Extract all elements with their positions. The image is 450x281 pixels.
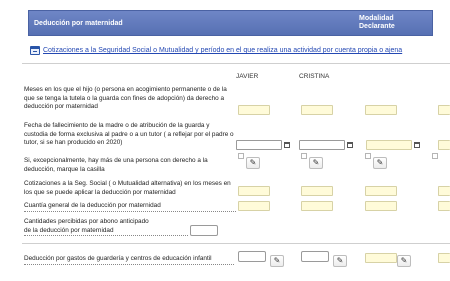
cuantia-cristina-input[interactable] bbox=[301, 201, 333, 211]
fallecimiento-javier-date[interactable] bbox=[236, 140, 282, 150]
cantidades-line2: de la deducción por maternidad bbox=[24, 227, 188, 237]
calendar-icon[interactable] bbox=[30, 46, 40, 55]
guarderia-label: Deducción por gastos de guardería y cent… bbox=[24, 255, 244, 265]
cotizaciones-label: Cotizaciones a la Seg. Social ( o Mutual… bbox=[24, 180, 231, 196]
cantidades-line1: Cantidades percibidas por abono anticipa… bbox=[24, 218, 149, 225]
fallecimiento-cristina-date[interactable] bbox=[299, 140, 345, 150]
divider bbox=[22, 243, 450, 244]
pencil-icon[interactable]: ✎ bbox=[270, 255, 284, 267]
guarderia-javier-input[interactable] bbox=[238, 251, 266, 262]
pencil-icon[interactable]: ✎ bbox=[246, 157, 260, 169]
guarderia-text: Deducción por gastos de guardería y cent… bbox=[24, 255, 234, 265]
excepcional-cristina-checkbox[interactable] bbox=[301, 153, 307, 159]
guarderia-col4-input[interactable] bbox=[438, 253, 450, 263]
meses-col4-input[interactable] bbox=[438, 105, 450, 115]
guarderia-cristina-input[interactable] bbox=[301, 251, 329, 262]
meses-label: Meses en los que el hijo (o persona en a… bbox=[24, 86, 227, 111]
cotizaciones-col4-input[interactable] bbox=[438, 186, 450, 196]
modalidad-header: Modalidad Declarante bbox=[359, 15, 395, 31]
guarderia-col3-input[interactable] bbox=[365, 253, 397, 263]
cantidades-input[interactable] bbox=[190, 225, 218, 236]
pencil-icon[interactable]: ✎ bbox=[333, 255, 347, 267]
cuantia-col4-input[interactable] bbox=[438, 201, 450, 211]
fallecimiento-label: Fecha de fallecimiento de la madre o de … bbox=[24, 122, 234, 147]
cotizaciones-link-row: Cotizaciones a la Seguridad Social o Mut… bbox=[28, 42, 433, 62]
cuantia-col3-input[interactable] bbox=[365, 201, 397, 211]
pencil-icon[interactable]: ✎ bbox=[309, 157, 323, 169]
calendar-icon[interactable] bbox=[284, 142, 290, 148]
column-header-cristina: CRISTINA bbox=[299, 73, 330, 80]
cuantia-text: Cuantía general de la deducción por mate… bbox=[24, 202, 236, 212]
section-title: Deducción por maternidad bbox=[34, 20, 123, 27]
meses-cristina-input[interactable] bbox=[301, 105, 333, 115]
deduccion-maternidad-panel: Deducción por maternidad Modalidad Decla… bbox=[0, 0, 450, 281]
cuantia-javier-input[interactable] bbox=[238, 201, 270, 211]
cotizaciones-cristina-input[interactable] bbox=[301, 186, 333, 196]
cotizaciones-col3-input[interactable] bbox=[365, 186, 397, 196]
cotizaciones-link[interactable]: Cotizaciones a la Seguridad Social o Mut… bbox=[43, 47, 402, 54]
cotizaciones-javier-input[interactable] bbox=[238, 186, 270, 196]
fallecimiento-col3-date[interactable] bbox=[366, 140, 412, 150]
modalidad-label: Modalidad bbox=[359, 15, 394, 22]
excepcional-label: Si, excepcionalmente, hay más de una per… bbox=[24, 157, 208, 173]
meses-col3-input[interactable] bbox=[365, 105, 397, 115]
calendar-icon[interactable] bbox=[347, 142, 353, 148]
pencil-icon[interactable]: ✎ bbox=[373, 157, 387, 169]
pencil-icon[interactable]: ✎ bbox=[397, 255, 411, 267]
section-header: Deducción por maternidad Modalidad Decla… bbox=[28, 10, 433, 36]
calendar-icon[interactable] bbox=[414, 142, 420, 148]
fallecimiento-col4-input[interactable] bbox=[438, 140, 450, 150]
meses-javier-input[interactable] bbox=[238, 105, 270, 115]
excepcional-javier-checkbox[interactable] bbox=[238, 153, 244, 159]
excepcional-col3-checkbox[interactable] bbox=[365, 153, 371, 159]
column-header-javier: JAVIER bbox=[236, 73, 259, 80]
declarante-label: Declarante bbox=[359, 23, 395, 30]
excepcional-col4-checkbox[interactable] bbox=[432, 153, 438, 159]
cuantia-label: Cuantía general de la deducción por mate… bbox=[24, 202, 236, 212]
divider bbox=[22, 63, 450, 64]
